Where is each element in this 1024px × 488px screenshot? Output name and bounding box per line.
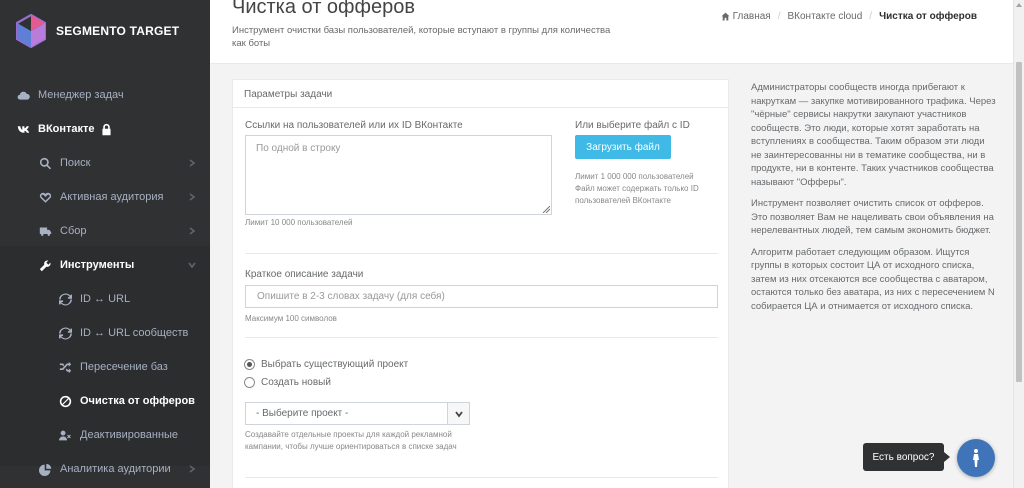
- breadcrumb-current: Чистка от офферов: [879, 11, 977, 22]
- links-label: Ссылки на пользователей или их ID ВКонта…: [245, 120, 463, 131]
- brand[interactable]: SEGMENTO TARGET: [16, 14, 179, 48]
- breadcrumb-vk-cloud[interactable]: ВКонтакте cloud: [787, 11, 862, 22]
- scrollbar-thumb[interactable]: [1016, 62, 1022, 382]
- wrench-icon: [38, 258, 52, 272]
- file-label: Или выберите файл с ID: [575, 120, 690, 131]
- description-placeholder: Опишите в 2-3 словах задачу (для себя): [257, 291, 445, 302]
- breadcrumb-separator: /: [869, 11, 873, 22]
- shuffle-icon: [58, 360, 72, 374]
- chevron-right-icon: [188, 464, 196, 473]
- links-textarea[interactable]: По одной в строку: [245, 135, 552, 215]
- task-params-panel: Параметры задачи Ссылки на пользователей…: [232, 79, 729, 488]
- radio-existing-label: Выбрать существующий проект: [261, 359, 409, 370]
- radio-new-project[interactable]: Создать новый: [244, 377, 331, 388]
- radio-circle: [244, 377, 255, 388]
- sidebar-item-label: ID ↔ URL: [80, 293, 131, 305]
- sidebar-item-vkontakte[interactable]: ВКонтакте: [0, 112, 210, 146]
- chevron-right-icon: [188, 226, 196, 235]
- upload-file-button[interactable]: Загрузить файл: [575, 135, 671, 159]
- page-title: Чистка от офферов: [232, 0, 415, 18]
- logo-icon: [16, 14, 46, 48]
- links-placeholder: По одной в строку: [256, 143, 341, 154]
- sidebar-item-label: ВКонтакте: [38, 123, 95, 135]
- sidebar-item-collect[interactable]: Сбор: [0, 214, 210, 248]
- cloud-icon: [16, 88, 30, 102]
- resize-grip-icon[interactable]: [543, 206, 550, 213]
- truck-icon: [38, 224, 52, 238]
- sidebar-item-offer-cleanup[interactable]: Очистка от офферов: [0, 384, 210, 418]
- divider: [245, 477, 718, 478]
- page-description: Инструмент очистки базы пользователей, к…: [232, 25, 611, 49]
- sidebar-item-label: ID ↔ URL сообществ: [80, 327, 189, 339]
- project-hint: Создавайте отдельные проекты для каждой …: [245, 430, 457, 451]
- radio-circle-selected: [244, 359, 255, 370]
- project-select-value: - Выберите проект -: [256, 408, 349, 419]
- sidebar-item-id-url-communities[interactable]: ID ↔ URL сообществ: [0, 316, 210, 350]
- sidebar-nav: Менеджер задач ВКонтакте Поиск Активная …: [0, 78, 210, 486]
- file-hint: Лимит 1 000 000 пользователей Файл может…: [575, 172, 699, 205]
- user-times-icon: [58, 428, 72, 442]
- sidebar-item-label: Активная аудитория: [60, 191, 164, 203]
- chat-person-icon: [973, 449, 979, 467]
- sidebar-item-active-audience[interactable]: Активная аудитория: [0, 180, 210, 214]
- sidebar-item-label: Поиск: [60, 157, 91, 169]
- project-select[interactable]: - Выберите проект -: [245, 402, 470, 425]
- lock-icon: [100, 122, 114, 136]
- chevron-down-icon: [188, 260, 196, 269]
- chevron-right-icon: [188, 158, 196, 167]
- info-paragraph: Алгоритм работает следующим образом. Ищу…: [751, 246, 995, 312]
- scrollbar[interactable]: [1013, 0, 1024, 488]
- chevron-right-icon: [188, 192, 196, 201]
- ban-icon: [58, 394, 72, 408]
- links-hint: Лимит 10 000 пользователей: [245, 218, 353, 227]
- sidebar-item-tools[interactable]: Инструменты: [0, 248, 210, 282]
- panel-title: Параметры задачи: [233, 80, 728, 108]
- sidebar: SEGMENTO TARGET Менеджер задач ВКонтакте…: [0, 0, 210, 488]
- chat-question-bubble[interactable]: Есть вопрос?: [863, 443, 950, 471]
- breadcrumb: Главная / ВКонтакте cloud / Чистка от оф…: [721, 11, 977, 22]
- refresh-icon: [58, 292, 72, 306]
- scroll-up-arrow-icon[interactable]: [1016, 3, 1022, 7]
- radio-existing-project[interactable]: Выбрать существующий проект: [244, 359, 408, 370]
- sidebar-item-label: Менеджер задач: [38, 89, 124, 101]
- page-header: Чистка от офферов Инструмент очистки баз…: [210, 0, 1013, 64]
- divider: [245, 253, 718, 254]
- sidebar-item-label: Деактивированные: [80, 429, 179, 441]
- chat-button[interactable]: [957, 439, 995, 477]
- sidebar-item-search[interactable]: Поиск: [0, 146, 210, 180]
- sidebar-item-label: Аналитика аудитории: [60, 463, 171, 475]
- sidebar-item-task-manager[interactable]: Менеджер задач: [0, 78, 210, 112]
- info-paragraph: Инструмент позволяет очистить список от …: [751, 198, 994, 236]
- sidebar-item-intersection[interactable]: Пересечение баз: [0, 350, 210, 384]
- description-hint: Максимум 100 символов: [245, 314, 337, 323]
- search-icon: [38, 156, 52, 170]
- description-input[interactable]: Опишите в 2-3 словах задачу (для себя): [245, 285, 718, 308]
- sidebar-item-label: Сбор: [60, 225, 87, 237]
- sidebar-item-deactivated[interactable]: Деактивированные: [0, 418, 210, 452]
- sidebar-item-audience-analytics[interactable]: Аналитика аудитории: [0, 452, 210, 486]
- chevron-down-icon[interactable]: [447, 403, 469, 424]
- breadcrumb-home[interactable]: Главная: [733, 11, 771, 22]
- sidebar-item-label: Инструменты: [60, 259, 135, 271]
- info-paragraph: Администраторы сообществ иногда прибегаю…: [751, 82, 996, 188]
- sidebar-item-id-url[interactable]: ID ↔ URL: [0, 282, 210, 316]
- heart-icon: [38, 190, 52, 204]
- radio-new-label: Создать новый: [261, 377, 331, 388]
- info-panel: Администраторы сообществ иногда прибегаю…: [751, 81, 997, 321]
- sidebar-item-label: Очистка от офферов: [80, 395, 195, 407]
- brand-name: SEGMENTO TARGET: [56, 24, 180, 38]
- vk-icon: [16, 122, 30, 136]
- description-label: Краткое описание задачи: [245, 269, 364, 280]
- refresh-icon: [58, 326, 72, 340]
- divider: [245, 337, 718, 338]
- pie-chart-icon: [38, 462, 52, 476]
- home-icon: [721, 12, 730, 21]
- breadcrumb-separator: /: [777, 11, 781, 22]
- sidebar-item-label: Пересечение баз: [80, 361, 168, 373]
